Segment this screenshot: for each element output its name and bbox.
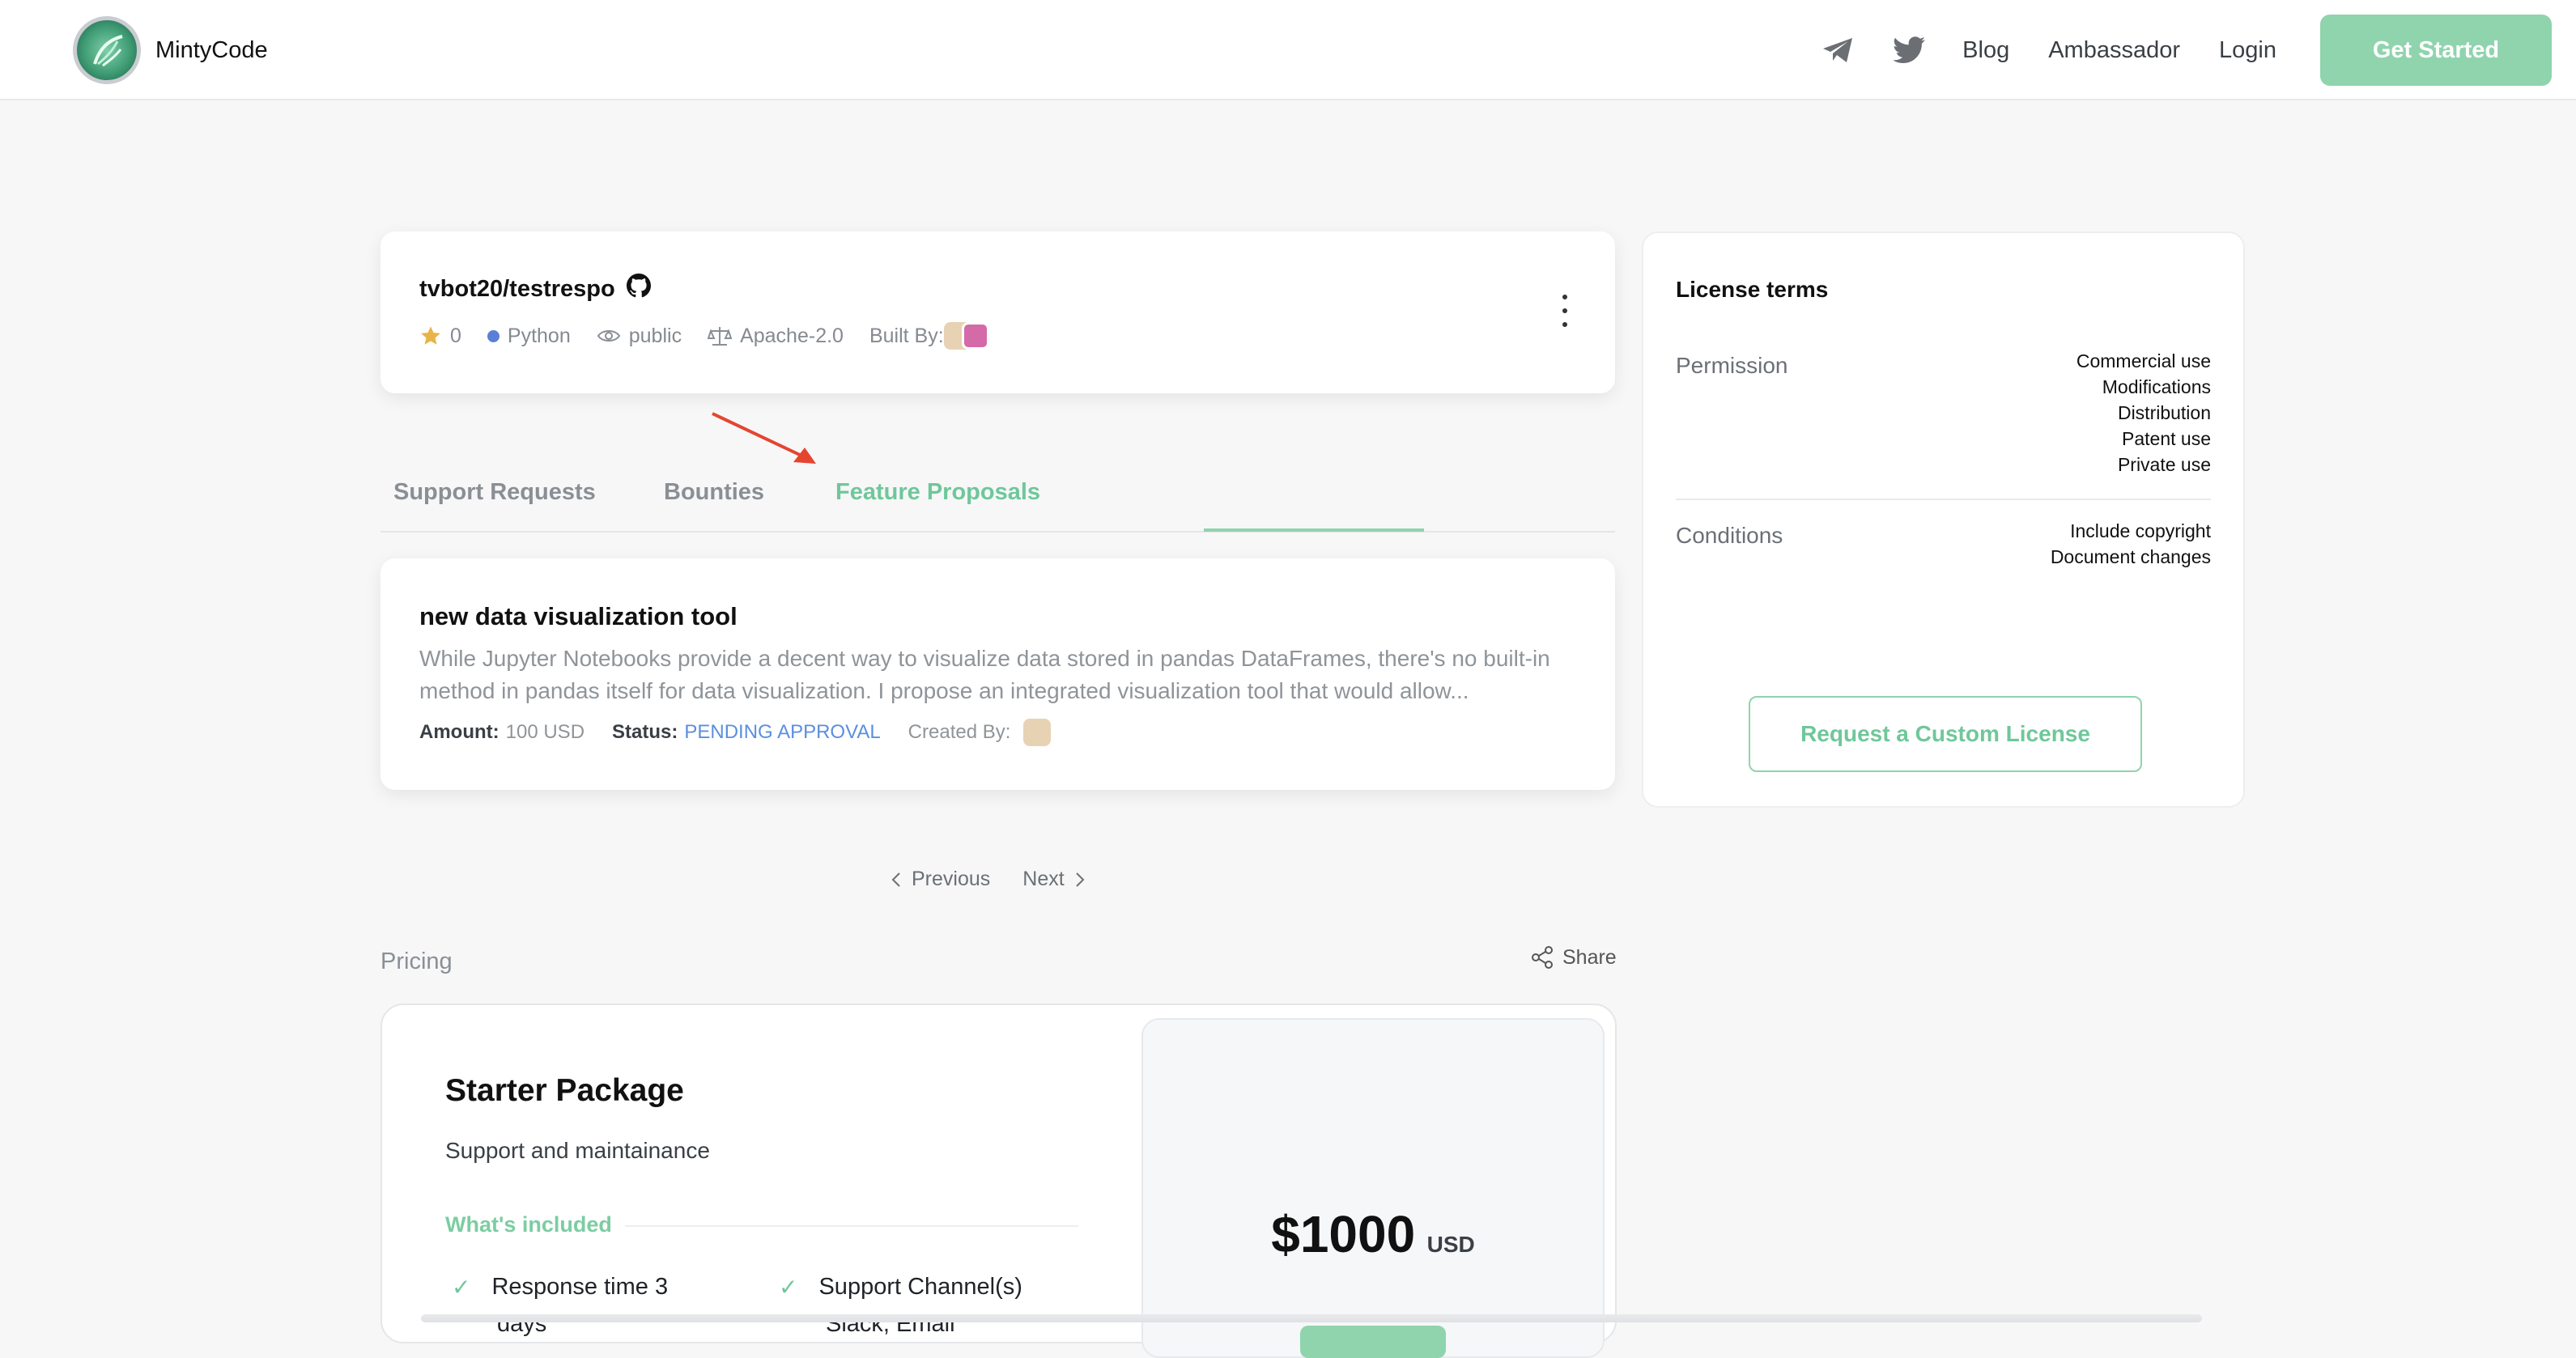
creator-avatar[interactable]: [1023, 719, 1052, 746]
active-tab-indicator: [1204, 528, 1424, 532]
amount-value: 100 USD: [505, 721, 585, 743]
previous-page-button[interactable]: Previous: [891, 868, 990, 891]
feature-proposal-card[interactable]: new data visualization tool While Jupyte…: [380, 558, 1615, 790]
package-subtitle: Support and maintainance: [445, 1138, 710, 1163]
more-options-icon[interactable]: [1560, 295, 1570, 327]
buy-button[interactable]: [1300, 1326, 1446, 1358]
next-page-button[interactable]: Next: [1022, 868, 1085, 891]
status-label: Status:: [612, 721, 678, 743]
price: $1000 USD: [1143, 1204, 1603, 1264]
repo-title-row: tvbot20/testrespo: [419, 274, 651, 304]
tab-bounties[interactable]: Bounties: [664, 479, 764, 506]
language: Python: [487, 325, 571, 348]
amount-label: Amount:: [419, 721, 499, 743]
condition-item: Document changes: [2050, 546, 2211, 567]
star-count-value: 0: [450, 324, 461, 347]
feature-label: Support Channel(s): [818, 1274, 1022, 1300]
eye-icon: [597, 330, 620, 342]
license-badge: Apache-2.0: [708, 325, 844, 348]
pricing-section-label: Pricing: [380, 948, 453, 974]
whats-included-label: What's included: [445, 1212, 612, 1237]
language-value: Python: [507, 324, 571, 347]
language-dot-icon: [487, 329, 499, 342]
pricing-card: Starter Package Support and maintainance…: [380, 1004, 1617, 1358]
previous-label: Previous: [912, 868, 991, 890]
builder-avatars[interactable]: [943, 322, 989, 350]
brand-name: MintyCode: [155, 36, 268, 63]
feature-label: Response time 3: [491, 1274, 669, 1300]
permission-item: Private use: [2117, 454, 2211, 475]
conditions-list: Include copyright Document changes: [2051, 518, 2211, 570]
brand[interactable]: MintyCode: [73, 16, 268, 84]
built-by-label: Built By:: [869, 324, 944, 347]
star-icon: [421, 326, 440, 345]
license-terms-panel: License terms Permission Commercial use …: [1642, 231, 2245, 808]
github-icon[interactable]: [626, 274, 651, 304]
created-by-label: Created By:: [908, 721, 1011, 743]
permission-label: Permission: [1676, 353, 1788, 378]
package-title: Starter Package: [445, 1073, 684, 1108]
get-started-button[interactable]: Get Started: [2320, 15, 2552, 86]
feature-item: ✓ Response time 3: [452, 1274, 668, 1301]
main-nav: Blog Ambassador Login Get Started: [1820, 15, 2552, 86]
chevron-right-icon: [1075, 872, 1085, 887]
visibility-value: public: [628, 324, 682, 347]
permission-item: Modifications: [2102, 376, 2211, 397]
check-icon: ✓: [779, 1275, 798, 1300]
repo-tabs: Support Requests Bounties Feature Propos…: [380, 476, 1615, 533]
tab-support-requests[interactable]: Support Requests: [393, 479, 596, 506]
divider: [625, 1225, 1078, 1227]
price-box: $1000 USD: [1141, 1018, 1605, 1358]
permission-item: Patent use: [2122, 428, 2211, 449]
proposal-meta: Amount: 100 USD Status: PENDING APPROVAL…: [419, 719, 1052, 746]
mintycode-logo-icon: [73, 16, 141, 84]
twitter-icon[interactable]: [1891, 32, 1927, 68]
share-button[interactable]: Share: [1530, 945, 1617, 970]
proposal-description: While Jupyter Notebooks provide a decent…: [419, 646, 1550, 703]
repo-card: tvbot20/testrespo 0 Python public Apache…: [380, 231, 1615, 393]
builder-avatar[interactable]: [961, 322, 989, 350]
feature-item: ✓ Support Channel(s): [779, 1274, 1022, 1301]
license-value: Apache-2.0: [740, 324, 844, 347]
bottom-fade: [421, 1314, 2202, 1322]
visibility: public: [597, 325, 682, 348]
chevron-left-icon: [891, 872, 900, 887]
proposal-title[interactable]: new data visualization tool: [419, 602, 738, 631]
share-label: Share: [1562, 945, 1617, 969]
condition-item: Include copyright: [2070, 520, 2211, 541]
annotation-arrow-icon: [712, 412, 816, 464]
conditions-label: Conditions: [1676, 523, 1783, 548]
nav-link-blog[interactable]: Blog: [1962, 37, 2009, 64]
top-navigation-bar: MintyCode Blog Ambassador Login Get Star…: [0, 0, 2576, 100]
price-currency: USD: [1426, 1232, 1475, 1257]
built-by: Built By:: [869, 322, 989, 350]
price-amount: $1000: [1271, 1205, 1416, 1263]
permission-list: Commercial use Modifications Distributio…: [2077, 348, 2211, 477]
permission-item: Distribution: [2117, 402, 2211, 423]
nav-link-ambassador[interactable]: Ambassador: [2048, 37, 2180, 64]
license-terms-title: License terms: [1676, 277, 1829, 302]
divider: [1676, 499, 2211, 500]
next-label: Next: [1022, 868, 1065, 890]
star-count: 0: [419, 325, 461, 348]
repo-meta: 0 Python public Apache-2.0 Built By:: [419, 322, 1015, 350]
permission-item: Commercial use: [2076, 350, 2211, 371]
share-icon: [1532, 946, 1553, 969]
scale-icon: [708, 327, 733, 346]
repo-title[interactable]: tvbot20/testrespo: [419, 276, 615, 303]
nav-link-login[interactable]: Login: [2219, 37, 2276, 64]
request-custom-license-button[interactable]: Request a Custom License: [1749, 696, 2142, 772]
status-badge: PENDING APPROVAL: [684, 721, 881, 743]
telegram-icon[interactable]: [1820, 32, 1855, 68]
tab-feature-proposals[interactable]: Feature Proposals: [835, 479, 1040, 506]
check-icon: ✓: [452, 1275, 471, 1300]
pagination: Previous Next: [891, 868, 1086, 891]
